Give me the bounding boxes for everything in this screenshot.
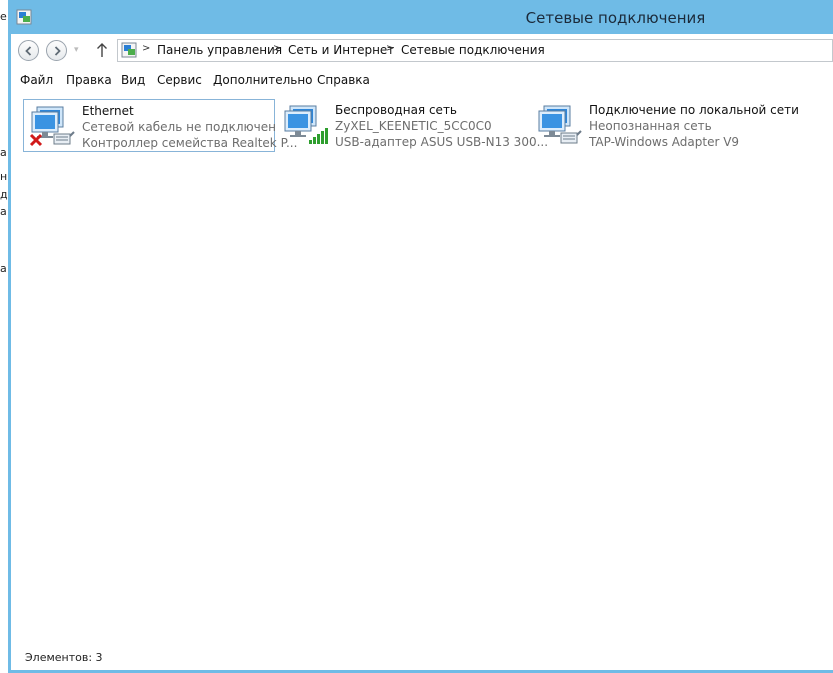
breadcrumb-separator-icon[interactable]: >	[386, 43, 394, 54]
forward-button[interactable]	[46, 40, 67, 61]
connection-device: Контроллер семейства Realtek P...	[82, 136, 298, 150]
background-text-fragment: а	[0, 205, 7, 218]
address-bar[interactable]: > Панель управления > Сеть и Интернет > …	[117, 39, 833, 62]
menu-view[interactable]: Вид	[121, 73, 145, 87]
menu-edit[interactable]: Правка	[66, 73, 112, 87]
window-title: Сетевые подключения	[525, 9, 706, 27]
connection-text: Беспроводная сеть ZyXEL_KEENETIC_5CC0C0 …	[335, 102, 548, 150]
background-text-fragment: а	[0, 262, 7, 275]
background-text-fragment: д	[0, 188, 8, 201]
network-adapter-icon	[538, 105, 582, 144]
menu-advanced[interactable]: Дополнительно	[213, 73, 313, 87]
network-adapter-icon	[29, 106, 75, 147]
breadcrumb-separator-icon[interactable]: >	[142, 43, 150, 54]
connection-status: Сетевой кабель не подключен	[82, 120, 276, 134]
connection-text: Подключение по локальной сети Неопознанн…	[589, 102, 799, 150]
connection-device: USB-адаптер ASUS USB-N13 300...	[335, 135, 549, 149]
breadcrumb-network-internet[interactable]: Сеть и Интернет	[288, 43, 394, 57]
connection-name: Беспроводная сеть	[335, 103, 458, 117]
back-button[interactable]	[18, 40, 39, 61]
signal-bars-icon	[309, 128, 328, 144]
up-arrow-icon[interactable]	[95, 42, 109, 58]
network-adapter-icon	[284, 105, 328, 144]
breadcrumb-control-panel[interactable]: Панель управления	[157, 43, 282, 57]
control-panel-icon	[121, 42, 137, 58]
background-text-fragment: а	[0, 146, 7, 159]
connection-tile-ethernet[interactable]: Ethernet Сетевой кабель не подключен Кон…	[23, 99, 297, 152]
explorer-window: Сетевые подключения ▾ > Панель управлени…	[8, 0, 833, 673]
recent-locations-chevron-icon[interactable]: ▾	[74, 45, 79, 55]
background-text-fragment: е	[0, 10, 7, 23]
connection-text: Ethernet Сетевой кабель не подключен Кон…	[82, 103, 297, 151]
breadcrumb-network-connections[interactable]: Сетевые подключения	[401, 43, 545, 57]
background-text-fragment: н	[0, 170, 8, 183]
connection-status: ZyXEL_KEENETIC_5CC0C0	[335, 119, 492, 133]
title-bar[interactable]: Сетевые подключения	[8, 0, 833, 34]
connection-tile-local[interactable]: Подключение по локальной сети Неопознанн…	[531, 99, 821, 152]
navigation-bar: ▾ > Панель управления > Сеть и Интернет …	[11, 34, 833, 69]
network-cable-icon	[53, 131, 75, 145]
menu-tools[interactable]: Сервис	[157, 73, 202, 87]
connection-status: Неопознанная сеть	[589, 119, 712, 133]
menu-help[interactable]: Справка	[317, 73, 370, 87]
connection-name: Ethernet	[82, 104, 134, 118]
connection-name: Подключение по локальной сети	[589, 103, 799, 117]
breadcrumb-separator-icon[interactable]: >	[273, 43, 281, 54]
connection-tile-wireless[interactable]: Беспроводная сеть ZyXEL_KEENETIC_5CC0C0 …	[277, 99, 548, 152]
arrow-left-icon	[24, 45, 31, 56]
network-cable-icon	[560, 130, 582, 144]
menu-bar: Файл Правка Вид Сервис Дополнительно Спр…	[11, 71, 833, 91]
status-bar-item-count: Элементов: 3	[25, 651, 103, 664]
disconnected-x-icon	[29, 133, 43, 147]
connection-device: TAP-Windows Adapter V9	[589, 135, 740, 149]
client-area: ▾ > Панель управления > Сеть и Интернет …	[11, 34, 833, 670]
menu-file[interactable]: Файл	[20, 73, 53, 87]
arrow-right-icon	[54, 45, 61, 56]
